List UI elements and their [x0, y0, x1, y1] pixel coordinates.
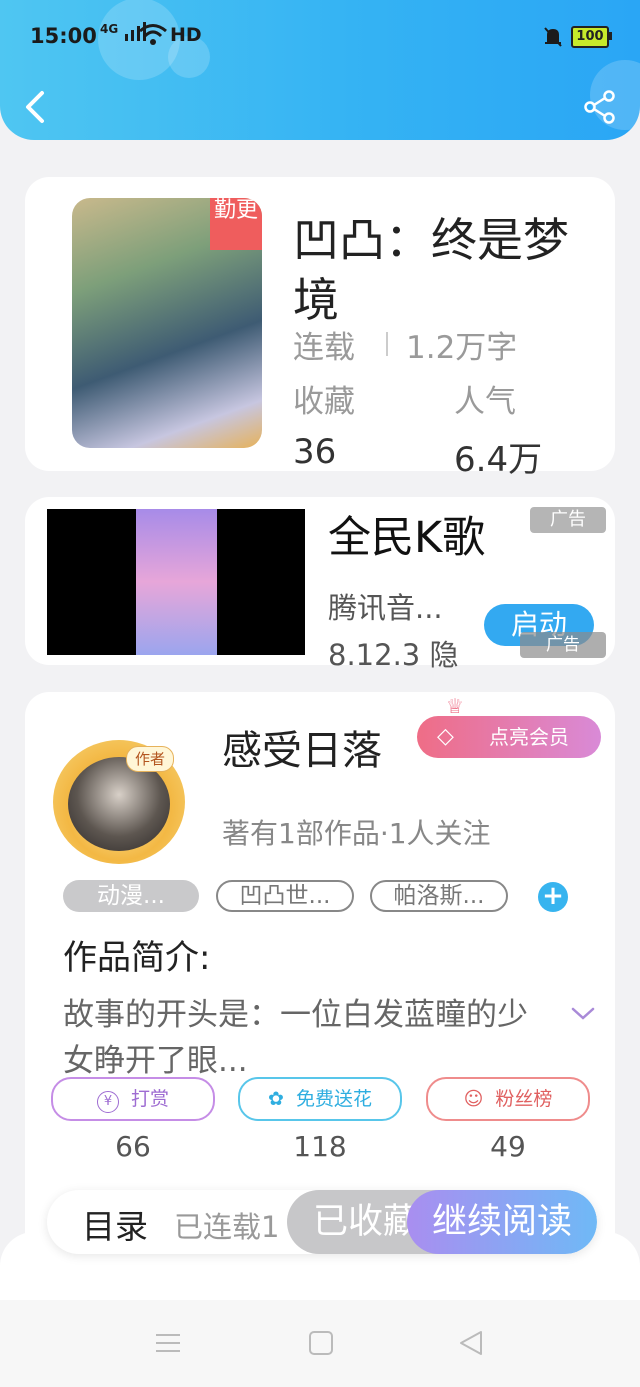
flower-button[interactable]: ✿ 免费送花 — [238, 1077, 402, 1121]
popularity-label: 人气 — [454, 384, 516, 420]
meta-divider — [386, 332, 388, 356]
diamond-icon: ◇ — [437, 724, 454, 749]
menu-icon[interactable] — [155, 1332, 181, 1358]
signal-label: 4G — [100, 22, 119, 36]
ad-video-preview[interactable] — [47, 509, 305, 655]
ad-publisher: 腾讯音... — [328, 591, 443, 625]
status-time: 15:00 — [30, 24, 97, 48]
battery-nub — [609, 32, 612, 40]
toc-status: 已连载1 — [174, 1210, 280, 1244]
wifi-icon — [138, 22, 168, 50]
book-tag[interactable]: 帕洛斯... — [370, 880, 508, 912]
book-tag[interactable]: 动漫... — [63, 880, 199, 912]
yen-icon: ¥ — [96, 1091, 119, 1113]
flower-count: 118 — [293, 1130, 347, 1163]
bottom-action-bar: 目录 已连载1 已收藏 继续阅读 — [47, 1190, 597, 1254]
cover-badge: 勤更 — [210, 198, 262, 250]
chevron-down-icon[interactable] — [570, 1006, 596, 1026]
back-icon[interactable] — [22, 90, 48, 128]
toc-button[interactable]: 目录 — [82, 1200, 148, 1248]
vip-label: 点亮会员 — [489, 725, 569, 749]
tip-label: 打赏 — [130, 1088, 169, 1110]
system-nav-bar — [0, 1300, 640, 1387]
back-nav-icon[interactable] — [458, 1329, 484, 1361]
hd-label: HD — [170, 24, 202, 46]
tip-count: 66 — [115, 1130, 151, 1163]
favorites-label: 收藏 — [293, 384, 355, 420]
bell-muted-icon — [543, 26, 563, 52]
battery-icon: 100 — [571, 26, 609, 48]
author-badge: 作者 — [126, 746, 174, 772]
book-title: 凹凸：终是梦境 — [293, 213, 569, 327]
author-works-info: 著有1部作品·1人关注 — [222, 817, 491, 850]
ad-version: 8.12.3 隐 — [328, 638, 459, 672]
book-status: 连载 — [293, 330, 355, 366]
book-word-count: 1.2万字 — [406, 330, 518, 366]
popularity-value: 6.4万 — [454, 440, 543, 480]
ad-label-tag[interactable]: 广告 — [530, 507, 606, 533]
flower-label: 免费送花 — [295, 1088, 372, 1110]
favorites-value: 36 — [293, 432, 337, 472]
share-icon[interactable] — [583, 90, 617, 128]
vip-button[interactable]: ◇ 点亮会员 — [417, 716, 601, 758]
ad-video-frame — [136, 509, 217, 655]
fans-count: 49 — [490, 1130, 526, 1163]
intro-text[interactable]: 故事的开头是：一位白发蓝瞳的少女睁开了眼... — [63, 992, 543, 1084]
add-tag-icon[interactable]: + — [538, 882, 568, 912]
book-cover-image[interactable]: 勤更 — [72, 198, 262, 448]
ad-title: 全民K歌 — [328, 513, 486, 563]
fans-label: 粉丝榜 — [495, 1088, 553, 1110]
app-header — [0, 0, 640, 140]
crown-icon: ♕ — [446, 694, 464, 718]
book-tag[interactable]: 凹凸世... — [216, 880, 354, 912]
fans-rank-button[interactable]: ☺ 粉丝榜 — [426, 1077, 590, 1121]
intro-title: 作品简介: — [63, 938, 211, 978]
ad-label-tag-bottom[interactable]: 广告 — [520, 632, 606, 658]
flower-icon: ✿ — [268, 1088, 284, 1110]
home-icon[interactable] — [308, 1330, 334, 1360]
tip-button[interactable]: ¥ 打赏 — [51, 1077, 215, 1121]
author-name[interactable]: 感受日落 — [222, 718, 382, 776]
user-icon: ☺ — [463, 1088, 484, 1110]
continue-reading-button[interactable]: 继续阅读 — [407, 1190, 597, 1254]
